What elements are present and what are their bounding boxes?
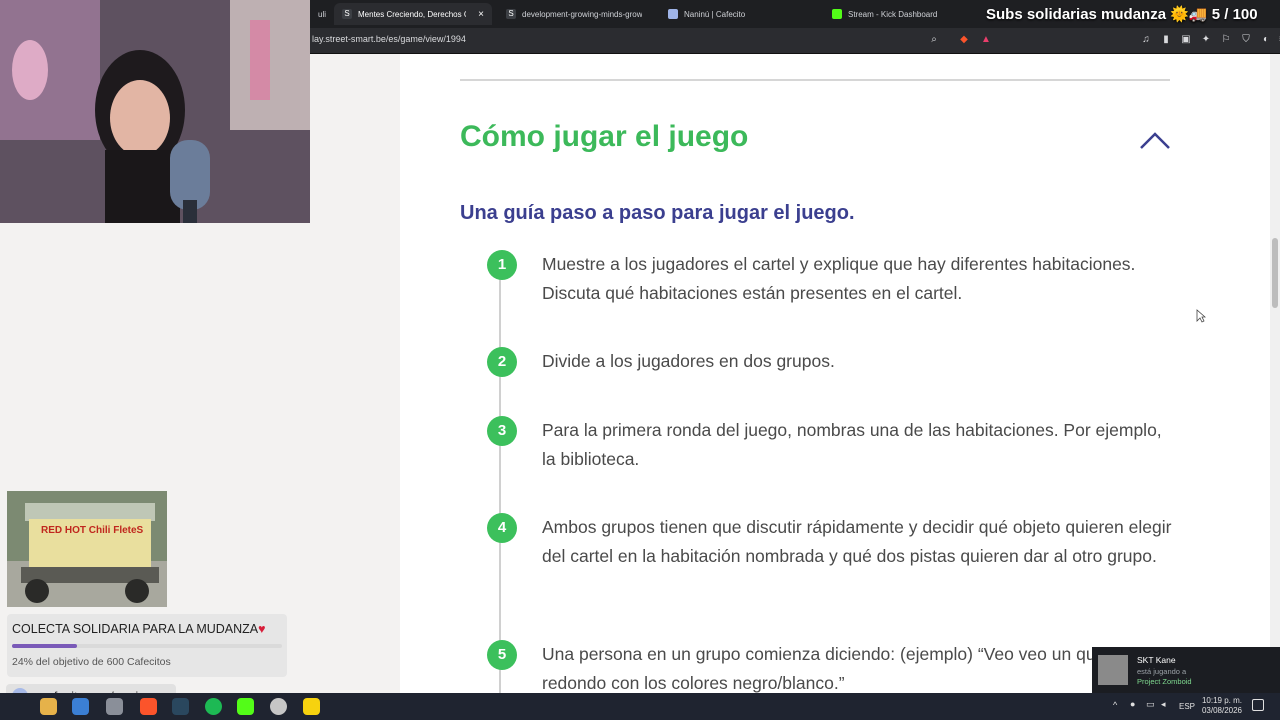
app-icon[interactable] — [106, 698, 123, 715]
sticky-notes-icon[interactable] — [303, 698, 320, 715]
ai-icon[interactable]: ✦ — [1200, 34, 1212, 46]
brave-browser-icon[interactable] — [140, 698, 157, 715]
app-icon[interactable] — [72, 698, 89, 715]
vpn-icon[interactable]: ⚐ — [1220, 34, 1232, 46]
media-icon[interactable]: ♫ — [1140, 34, 1152, 46]
donation-title: COLECTA SOLIDARIA PARA LA MUDANZA♥ — [12, 622, 266, 636]
system-clock[interactable]: 10:19 p. m. 03/08/2026 — [1200, 696, 1244, 716]
avatar — [1098, 655, 1128, 685]
kick-favicon-icon — [832, 9, 842, 19]
tray-chevron-icon[interactable]: ^ — [1113, 700, 1117, 710]
step-number-badge: 3 — [487, 416, 517, 446]
notification-game: Project Zomboid — [1137, 677, 1192, 686]
spotify-icon[interactable] — [205, 698, 222, 715]
tab-label: uli — [318, 9, 327, 19]
kick-icon[interactable] — [237, 698, 254, 715]
windows-taskbar: ^ ● ▭ ◂ ESP 10:19 p. m. 03/08/2026 — [0, 693, 1280, 720]
url-field[interactable]: lay.street-smart.be/es/game/view/1994 — [312, 34, 466, 44]
close-tab-icon[interactable]: × — [478, 9, 484, 20]
webcam-feed — [0, 0, 310, 223]
donation-title-text: COLECTA SOLIDARIA PARA LA MUDANZA — [12, 622, 259, 636]
step-text: Divide a los jugadores en dos grupos. — [542, 351, 835, 371]
obs-icon[interactable] — [270, 698, 287, 715]
page-left-margin — [310, 54, 400, 693]
steam-friend-notification[interactable]: SKT Kane está jugando a Project Zomboid — [1092, 647, 1280, 693]
microphone-icon[interactable]: ● — [1130, 699, 1135, 709]
donation-progress-fill — [12, 644, 77, 648]
browser-tab[interactable]: S development-growing-minds-growin — [498, 3, 650, 25]
clock-date: 03/08/2026 — [1201, 706, 1243, 715]
tab-label: development-growing-minds-growin — [522, 9, 642, 19]
step-text: Ambos grupos tienen que discutir rápidam… — [542, 517, 1172, 566]
truck-photo: RED HOT Chili FleteS — [7, 491, 167, 607]
sidebar-icon[interactable]: ▮ — [1160, 34, 1172, 46]
steps-timeline-line — [499, 269, 501, 693]
browser-tab[interactable]: uli — [310, 3, 328, 25]
subs-goal-banner: Subs solidarias mudanza 🌞🚚 5 / 100 — [986, 6, 1258, 23]
site-favicon-icon: S — [506, 9, 516, 19]
browser-tab[interactable]: Naninú | Cafecito — [660, 3, 810, 25]
notification-name: SKT Kane — [1137, 655, 1176, 665]
truck-image — [7, 491, 167, 607]
truck-sign-text: RED HOT Chili FleteS — [41, 525, 144, 536]
chevron-up-icon[interactable] — [1140, 132, 1170, 150]
steam-icon[interactable] — [172, 698, 189, 715]
menu-icon[interactable]: ≡ — [1276, 34, 1280, 46]
network-icon[interactable]: ▭ — [1146, 699, 1155, 710]
donation-subtitle: 24% del objetivo de 600 Cafecitos — [12, 656, 171, 668]
section-title: Cómo jugar el juego — [460, 120, 749, 153]
scrollbar-thumb[interactable] — [1272, 238, 1278, 308]
tab-label: Stream - Kick Dashboard — [848, 9, 938, 19]
wallet-icon[interactable]: ▣ — [1180, 34, 1192, 46]
step-number-badge: 2 — [487, 347, 517, 377]
step-text: Muestre a los jugadores el cartel y expl… — [542, 254, 1136, 303]
site-favicon-icon: S — [342, 9, 352, 19]
guide-subtitle: Una guía paso a paso para jugar el juego… — [460, 202, 855, 224]
step-number-badge: 4 — [487, 513, 517, 543]
page-content: Cómo jugar el juego Una guía paso a paso… — [400, 54, 1270, 693]
donation-progress-bar — [12, 644, 282, 648]
tab-label: Naninú | Cafecito — [684, 9, 746, 19]
tab-label: Mentes Creciendo, Derechos Cre — [358, 9, 467, 19]
step-number-badge: 1 — [487, 250, 517, 280]
shield-icon[interactable]: ⛉ — [1240, 34, 1252, 46]
step-text: Una persona en un grupo comienza diciend… — [542, 644, 1129, 693]
address-bar: lay.street-smart.be/es/game/view/1994 ⌕ … — [310, 28, 1280, 54]
step-text: Para la primera ronda del juego, nombras… — [542, 420, 1162, 469]
zoom-icon[interactable]: ⌕ — [928, 34, 940, 46]
page-scrollbar[interactable] — [1270, 54, 1280, 693]
step-number-badge: 5 — [487, 640, 517, 670]
browser-tab-active[interactable]: S Mentes Creciendo, Derechos Cre × — [334, 3, 492, 25]
file-explorer-icon[interactable] — [40, 698, 57, 715]
heart-icon: ♥ — [258, 622, 266, 636]
donation-goal-widget: COLECTA SOLIDARIA PARA LA MUDANZA♥ 24% d… — [7, 614, 287, 677]
notification-status: está jugando a — [1137, 667, 1187, 676]
notifications-icon[interactable] — [1252, 699, 1264, 711]
volume-icon[interactable]: ◂ — [1161, 699, 1166, 710]
extension-icon[interactable]: ◐ — [1260, 34, 1272, 46]
browser-tab[interactable]: Stream - Kick Dashboard — [824, 3, 984, 25]
webcam-image — [0, 0, 310, 223]
mouse-cursor-icon — [1196, 309, 1206, 323]
clock-time: 10:19 p. m. — [1201, 696, 1243, 705]
brave-shield-icon[interactable]: ◆ — [958, 34, 970, 46]
brave-rewards-icon[interactable]: ▲ — [980, 34, 992, 46]
cafecito-favicon-icon — [668, 9, 678, 19]
input-language[interactable]: ESP — [1179, 702, 1195, 711]
section-divider — [460, 79, 1170, 81]
